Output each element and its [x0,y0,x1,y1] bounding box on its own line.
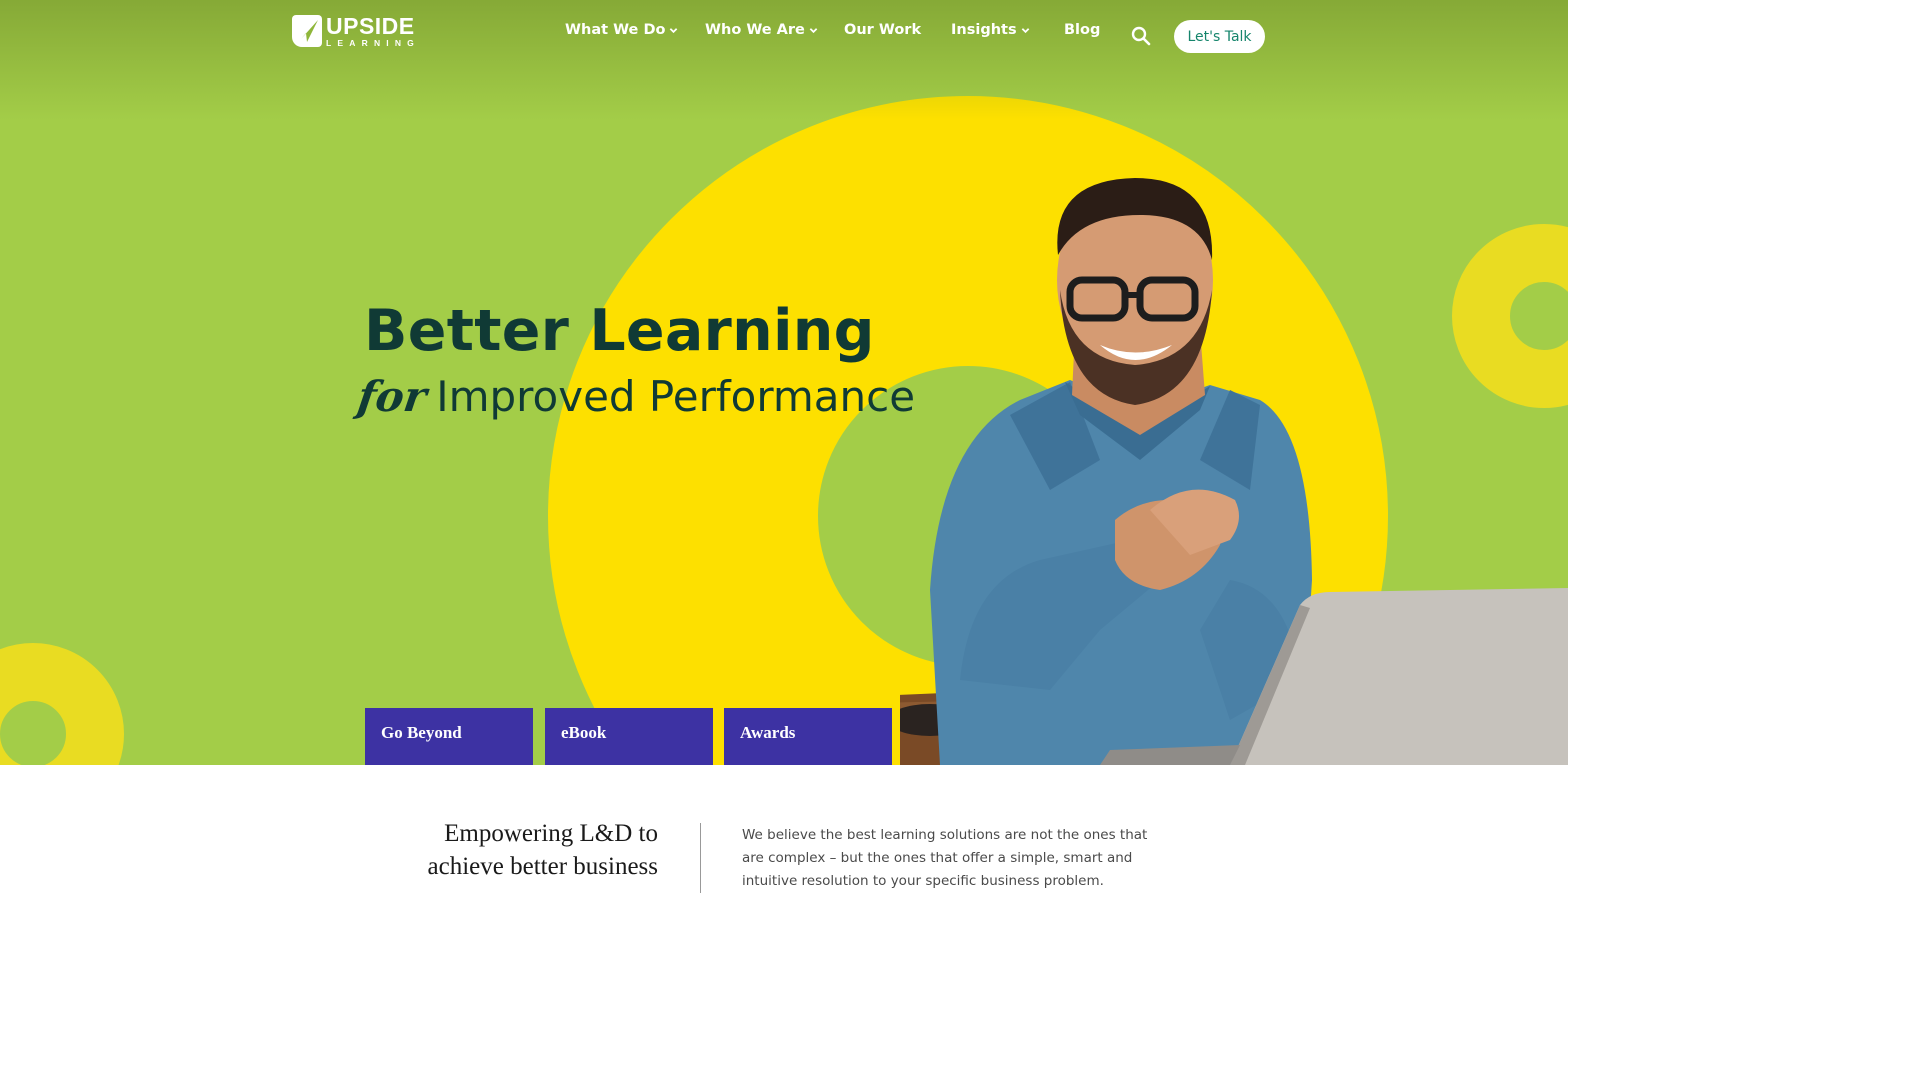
nav-item-label: What We Do [565,22,666,38]
search-icon[interactable] [1131,26,1151,46]
nav-item-label: Who We Are [705,22,805,38]
tab-ebook[interactable]: eBook [545,708,713,765]
nav-item-blog[interactable]: Blog [1064,22,1100,38]
top-navigation: UPSIDE LEARNING What We Do Who We Are Ou… [0,0,1568,72]
nav-item-what-we-do[interactable]: What We Do [565,22,678,38]
hero-headline: Better Learning [364,298,875,364]
logo-text: UPSIDE LEARNING [326,12,420,48]
chevron-down-icon [670,27,678,33]
nav-item-our-work[interactable]: Our Work [844,22,921,38]
chevron-down-icon [1021,27,1029,33]
intro-section: Empowering L&D to achieve better busines… [0,765,1568,893]
chevron-down-icon [809,27,818,33]
hero-sub-for: for [354,372,430,421]
lets-talk-button[interactable]: Let's Talk [1174,20,1265,53]
logo-main-text: UPSIDE [326,12,415,39]
logo-sub-text: LEARNING [326,37,420,48]
intro-title-line1: Empowering L&D to [444,820,658,847]
intro-title-line2: achieve better business [427,853,658,880]
intro-body: We believe the best learning solutions a… [742,827,1148,889]
tab-awards[interactable]: Awards [724,708,892,765]
decorative-ring-left [0,643,124,765]
intro-title: Empowering L&D to achieve better busines… [338,817,658,883]
logo-mark-icon [292,15,322,47]
nav-item-label: Insights [951,22,1017,38]
nav-item-who-we-are[interactable]: Who We Are [705,22,818,38]
nav-item-label: Our Work [844,22,922,38]
hero-subheadline: for Improved Performance [354,372,916,421]
nav-item-label: Blog [1064,22,1101,38]
hero-sub-rest: Improved Performance [436,372,916,421]
nav-item-insights[interactable]: Insights [951,22,1030,38]
intro-divider [700,823,701,893]
upside-learning-logo[interactable]: UPSIDE LEARNING [292,13,418,49]
tab-go-beyond[interactable]: Go Beyond [365,708,533,765]
hero-person-image [900,178,1568,765]
